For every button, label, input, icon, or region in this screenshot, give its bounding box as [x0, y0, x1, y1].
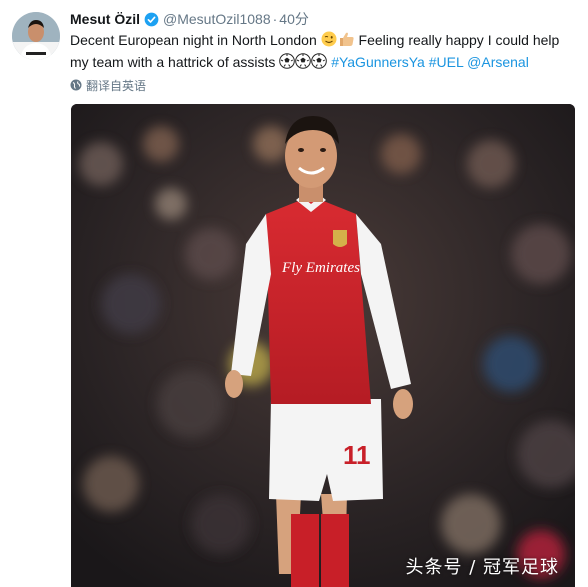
thumbs-up-emoji-icon — [337, 31, 355, 52]
tweet-text-part1: Decent European night in North London — [70, 32, 321, 48]
soccer-ball-emoji-icon — [295, 53, 312, 74]
tweet-header: Mesut Özil @MesutOzil1088 · 40分 — [70, 9, 309, 29]
avatar-image — [12, 12, 60, 60]
svg-text:11: 11 — [343, 440, 371, 470]
wink-emoji-icon — [321, 31, 337, 52]
author-handle[interactable]: @MesutOzil1088 — [163, 9, 271, 29]
author-display-name[interactable]: Mesut Özil — [70, 9, 140, 29]
separator-dot: · — [272, 11, 278, 27]
tweet: Mesut Özil @MesutOzil1088 · 40分 Decent E… — [0, 0, 588, 587]
avatar[interactable] — [12, 12, 60, 60]
soccer-ball-emoji-icon — [279, 53, 296, 74]
tweet-timestamp[interactable]: 40分 — [279, 9, 309, 29]
globe-icon — [70, 79, 82, 91]
hashtag-yagunnersya[interactable]: #YaGunnersYa — [331, 54, 425, 70]
translate-label: 翻译自英语 — [86, 78, 147, 93]
player-photo-illustration: 11 Fly Emirates — [71, 104, 575, 587]
verified-badge-icon — [144, 12, 159, 27]
tweet-photo[interactable]: 11 Fly Emirates 头条号 / 冠军足球 — [71, 104, 575, 587]
tweet-text: Decent European night in North London Fe… — [70, 30, 575, 74]
soccer-ball-emoji-icon — [311, 53, 328, 74]
hashtag-uel[interactable]: #UEL — [429, 54, 464, 70]
watermark: 头条号 / 冠军足球 — [405, 557, 559, 578]
shirt-sponsor-text: Fly Emirates — [281, 260, 360, 276]
translate-link[interactable]: 翻译自英语 — [70, 77, 146, 93]
mention-arsenal[interactable]: @Arsenal — [467, 54, 529, 70]
